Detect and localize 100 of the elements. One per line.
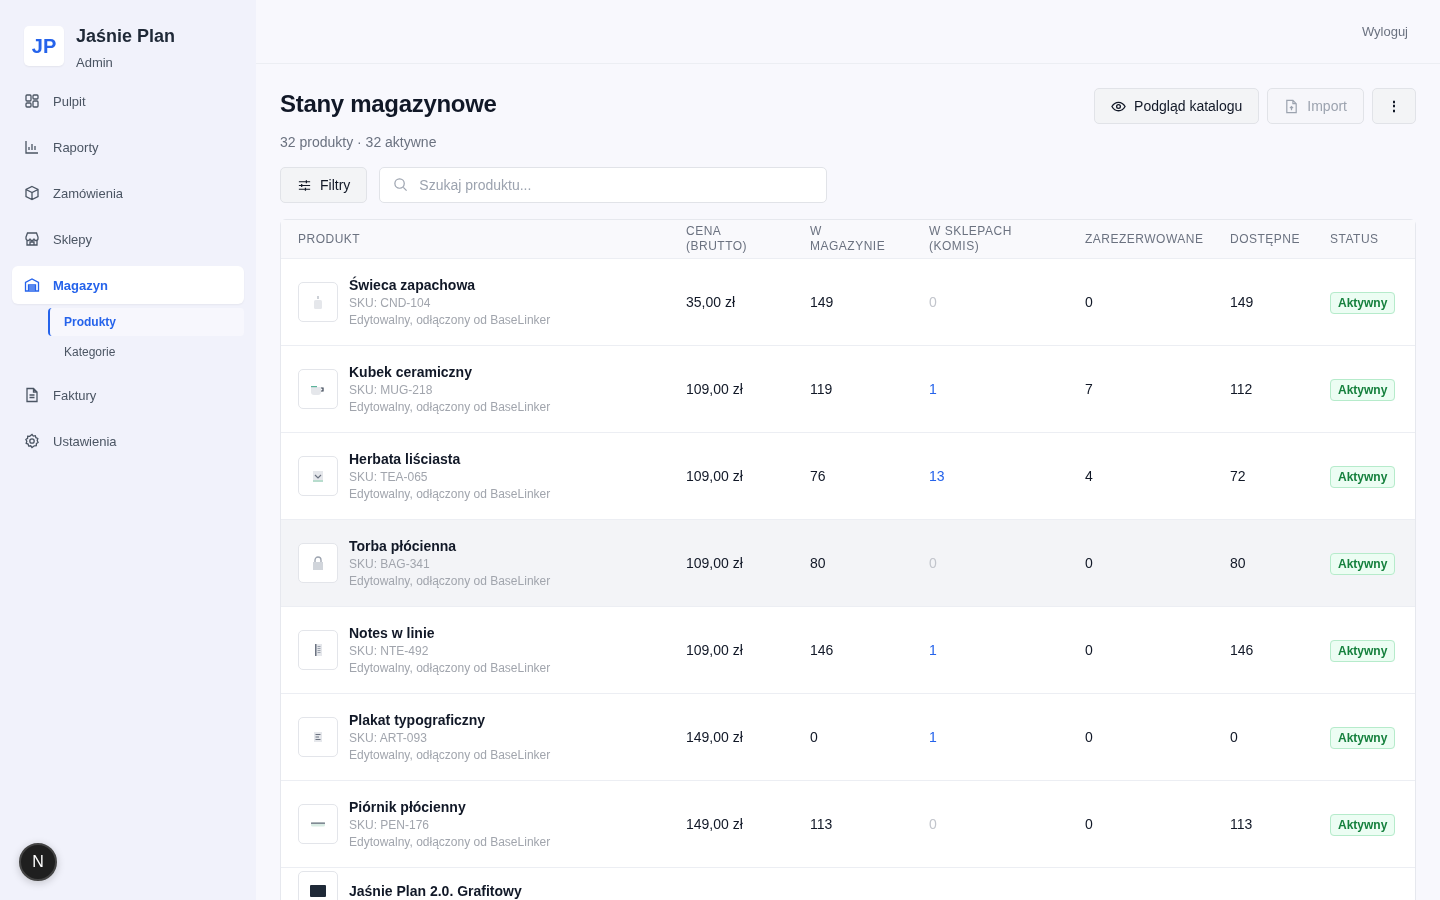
sliders-icon — [297, 177, 312, 193]
nav-item[interactable]: Magazyn — [12, 266, 244, 304]
product-name: Jaśnie Plan 2.0. Grafitowy — [349, 883, 522, 899]
reserved-cell-text: 0 — [1085, 816, 1094, 832]
available-cell-text: 149 — [1230, 294, 1255, 310]
reserved-cell-text: 0 — [1085, 729, 1094, 745]
table-cell: 0 — [929, 294, 937, 310]
product-sku: SKU: PEN-176 — [349, 818, 431, 832]
store-count-link[interactable]: 13 — [929, 468, 945, 484]
store-count-link[interactable]: 1 — [929, 381, 937, 397]
table-row[interactable]: Notes w linie SKU: NTE-492 Edytowalny, odłączony od BaseLinker 109,00 zł 146 1 0 146 Aktywny — [281, 607, 1415, 694]
product-name: Piórnik płócienny — [349, 799, 467, 815]
nav-item[interactable]: Raporty — [12, 128, 244, 166]
product-sku: SKU: BAG-341 — [349, 557, 431, 571]
mug-thumbnail-icon — [298, 369, 338, 409]
page-subtitle: 32 produkty · 32 aktywne — [280, 134, 438, 150]
store-count-link[interactable]: 1 — [929, 729, 937, 745]
price-cell-text: 35,00 zł — [686, 294, 737, 310]
reserved-cell-text: 0 — [1085, 555, 1094, 571]
status-badge: Aktywny — [1330, 379, 1396, 401]
column-header: W SKLEPACH (KOMIS) — [929, 224, 1013, 254]
product-name: Plakat typograficzny — [349, 712, 487, 728]
box-icon — [24, 185, 40, 201]
reserved-cell-text: 0 — [1085, 294, 1094, 310]
price-cell-text: 109,00 zł — [686, 381, 744, 397]
search-field[interactable]: Szukaj produktu... — [379, 167, 828, 203]
table-row[interactable]: Plakat typograficzny SKU: ART-093 Edytowalny, odłączony od BaseLinker 149,00 zł 0 1 0 0 Aktywny — [281, 694, 1415, 781]
product-name: Kubek ceramiczny — [349, 364, 473, 380]
product-note: Edytowalny, odłączony od BaseLinker — [349, 661, 551, 675]
available-cell-text: 146 — [1230, 642, 1255, 658]
available-cell-text: 0 — [1230, 729, 1239, 745]
product-name: Notes w linie — [349, 625, 436, 641]
product-name: Torba płócienna — [349, 538, 458, 554]
price-cell-text: 109,00 zł — [686, 468, 744, 484]
notebook-thumbnail-icon — [298, 630, 338, 670]
product-name: Świeca zapachowa — [349, 277, 477, 293]
warehouse-icon — [24, 277, 40, 293]
available-cell-text: 72 — [1230, 468, 1247, 484]
product-name: Herbata liściasta — [349, 451, 462, 467]
search-icon — [393, 177, 409, 192]
stock-cell-text: 119 — [810, 381, 834, 397]
stock-cell-text: 146 — [810, 642, 835, 658]
table-row[interactable]: Jaśnie Plan 2.0. Grafitowy — [281, 868, 1415, 900]
column-header: STATUS — [1330, 231, 1380, 247]
grid-icon — [24, 93, 40, 109]
product-note: Edytowalny, odłączony od BaseLinker — [349, 487, 551, 501]
reserved-cell-text: 0 — [1085, 642, 1094, 658]
status-badge: Aktywny — [1330, 466, 1396, 488]
available-cell-text: 113 — [1230, 816, 1254, 832]
bag-thumbnail-icon — [298, 543, 338, 583]
brand-name: Jaśnie Plan — [76, 26, 176, 47]
column-header: ZAREZERWOWANE — [1085, 231, 1205, 247]
table-row[interactable]: Świeca zapachowa SKU: CND-104 Edytowalny, odłączony od BaseLinker 35,00 zł 149 0 0 149 Aktywny — [281, 259, 1415, 346]
store-count-link[interactable]: 1 — [929, 642, 937, 658]
nav-item[interactable]: Zamówienia — [12, 174, 244, 212]
nav-item[interactable]: Pulpit — [12, 82, 244, 120]
case-thumbnail-icon — [298, 804, 338, 844]
logo-tile: JP — [24, 26, 64, 66]
subnav-item[interactable]: Kategorie — [48, 338, 244, 366]
available-cell-text: 80 — [1230, 555, 1247, 571]
preview-button[interactable]: Podgląd katalogu — [1094, 88, 1260, 124]
product-note: Edytowalny, odłączony od BaseLinker — [349, 748, 551, 762]
table-row[interactable]: Piórnik płócienny SKU: PEN-176 Edytowalny, odłączony od BaseLinker 149,00 zł 113 0 0 113 Aktywny — [281, 781, 1415, 868]
chart-icon — [24, 139, 40, 155]
stock-cell-text: 80 — [810, 555, 827, 571]
file-upload-icon — [1284, 98, 1300, 114]
status-badge: Aktywny — [1330, 553, 1396, 575]
dev-badge-button[interactable]: N — [19, 843, 57, 881]
filter-button[interactable]: Filtry — [280, 167, 368, 203]
price-cell-text: 149,00 zł — [686, 816, 744, 832]
column-header: CENA (BRUTTO) — [686, 224, 749, 254]
logout-link[interactable]: Wyloguj — [1361, 24, 1408, 39]
status-badge: Aktywny — [1330, 814, 1396, 836]
product-note: Edytowalny, odłączony od BaseLinker — [349, 574, 551, 588]
product-note: Edytowalny, odłączony od BaseLinker — [349, 835, 551, 849]
available-cell-text: 112 — [1230, 381, 1254, 397]
product-note: Edytowalny, odłączony od BaseLinker — [349, 313, 551, 327]
nav-item[interactable]: Sklepy — [12, 220, 244, 258]
product-sku: SKU: ART-093 — [349, 731, 428, 745]
column-header: PRODUKT — [298, 231, 362, 247]
status-badge: Aktywny — [1330, 640, 1396, 662]
user-role: Admin — [76, 55, 114, 70]
status-badge: Aktywny — [1330, 292, 1396, 314]
store-icon — [24, 231, 40, 247]
nav-item[interactable]: Faktury — [12, 376, 244, 414]
table-row[interactable]: Kubek ceramiczny SKU: MUG-218 Edytowalny, odłączony od BaseLinker 109,00 zł 119 1 7 112 Aktywny — [281, 346, 1415, 433]
more-button[interactable]: ⋮ — [1372, 88, 1416, 124]
reserved-cell-text: 7 — [1085, 381, 1094, 397]
status-badge: Aktywny — [1330, 727, 1396, 749]
stock-cell-text: 113 — [810, 816, 834, 832]
stock-cell-text: 76 — [810, 468, 827, 484]
product-note: Edytowalny, odłączony od BaseLinker — [349, 400, 551, 414]
product-sku: SKU: TEA-065 — [349, 470, 429, 484]
price-cell-text: 149,00 zł — [686, 729, 744, 745]
page-title: Stany magazynowe — [280, 90, 497, 118]
subnav-item[interactable]: Produkty — [48, 308, 244, 336]
price-cell-text: 109,00 zł — [686, 642, 744, 658]
product-sku: SKU: CND-104 — [349, 296, 432, 310]
table-cell: 0 — [929, 816, 937, 832]
nav-item[interactable]: Ustawienia — [12, 422, 244, 460]
